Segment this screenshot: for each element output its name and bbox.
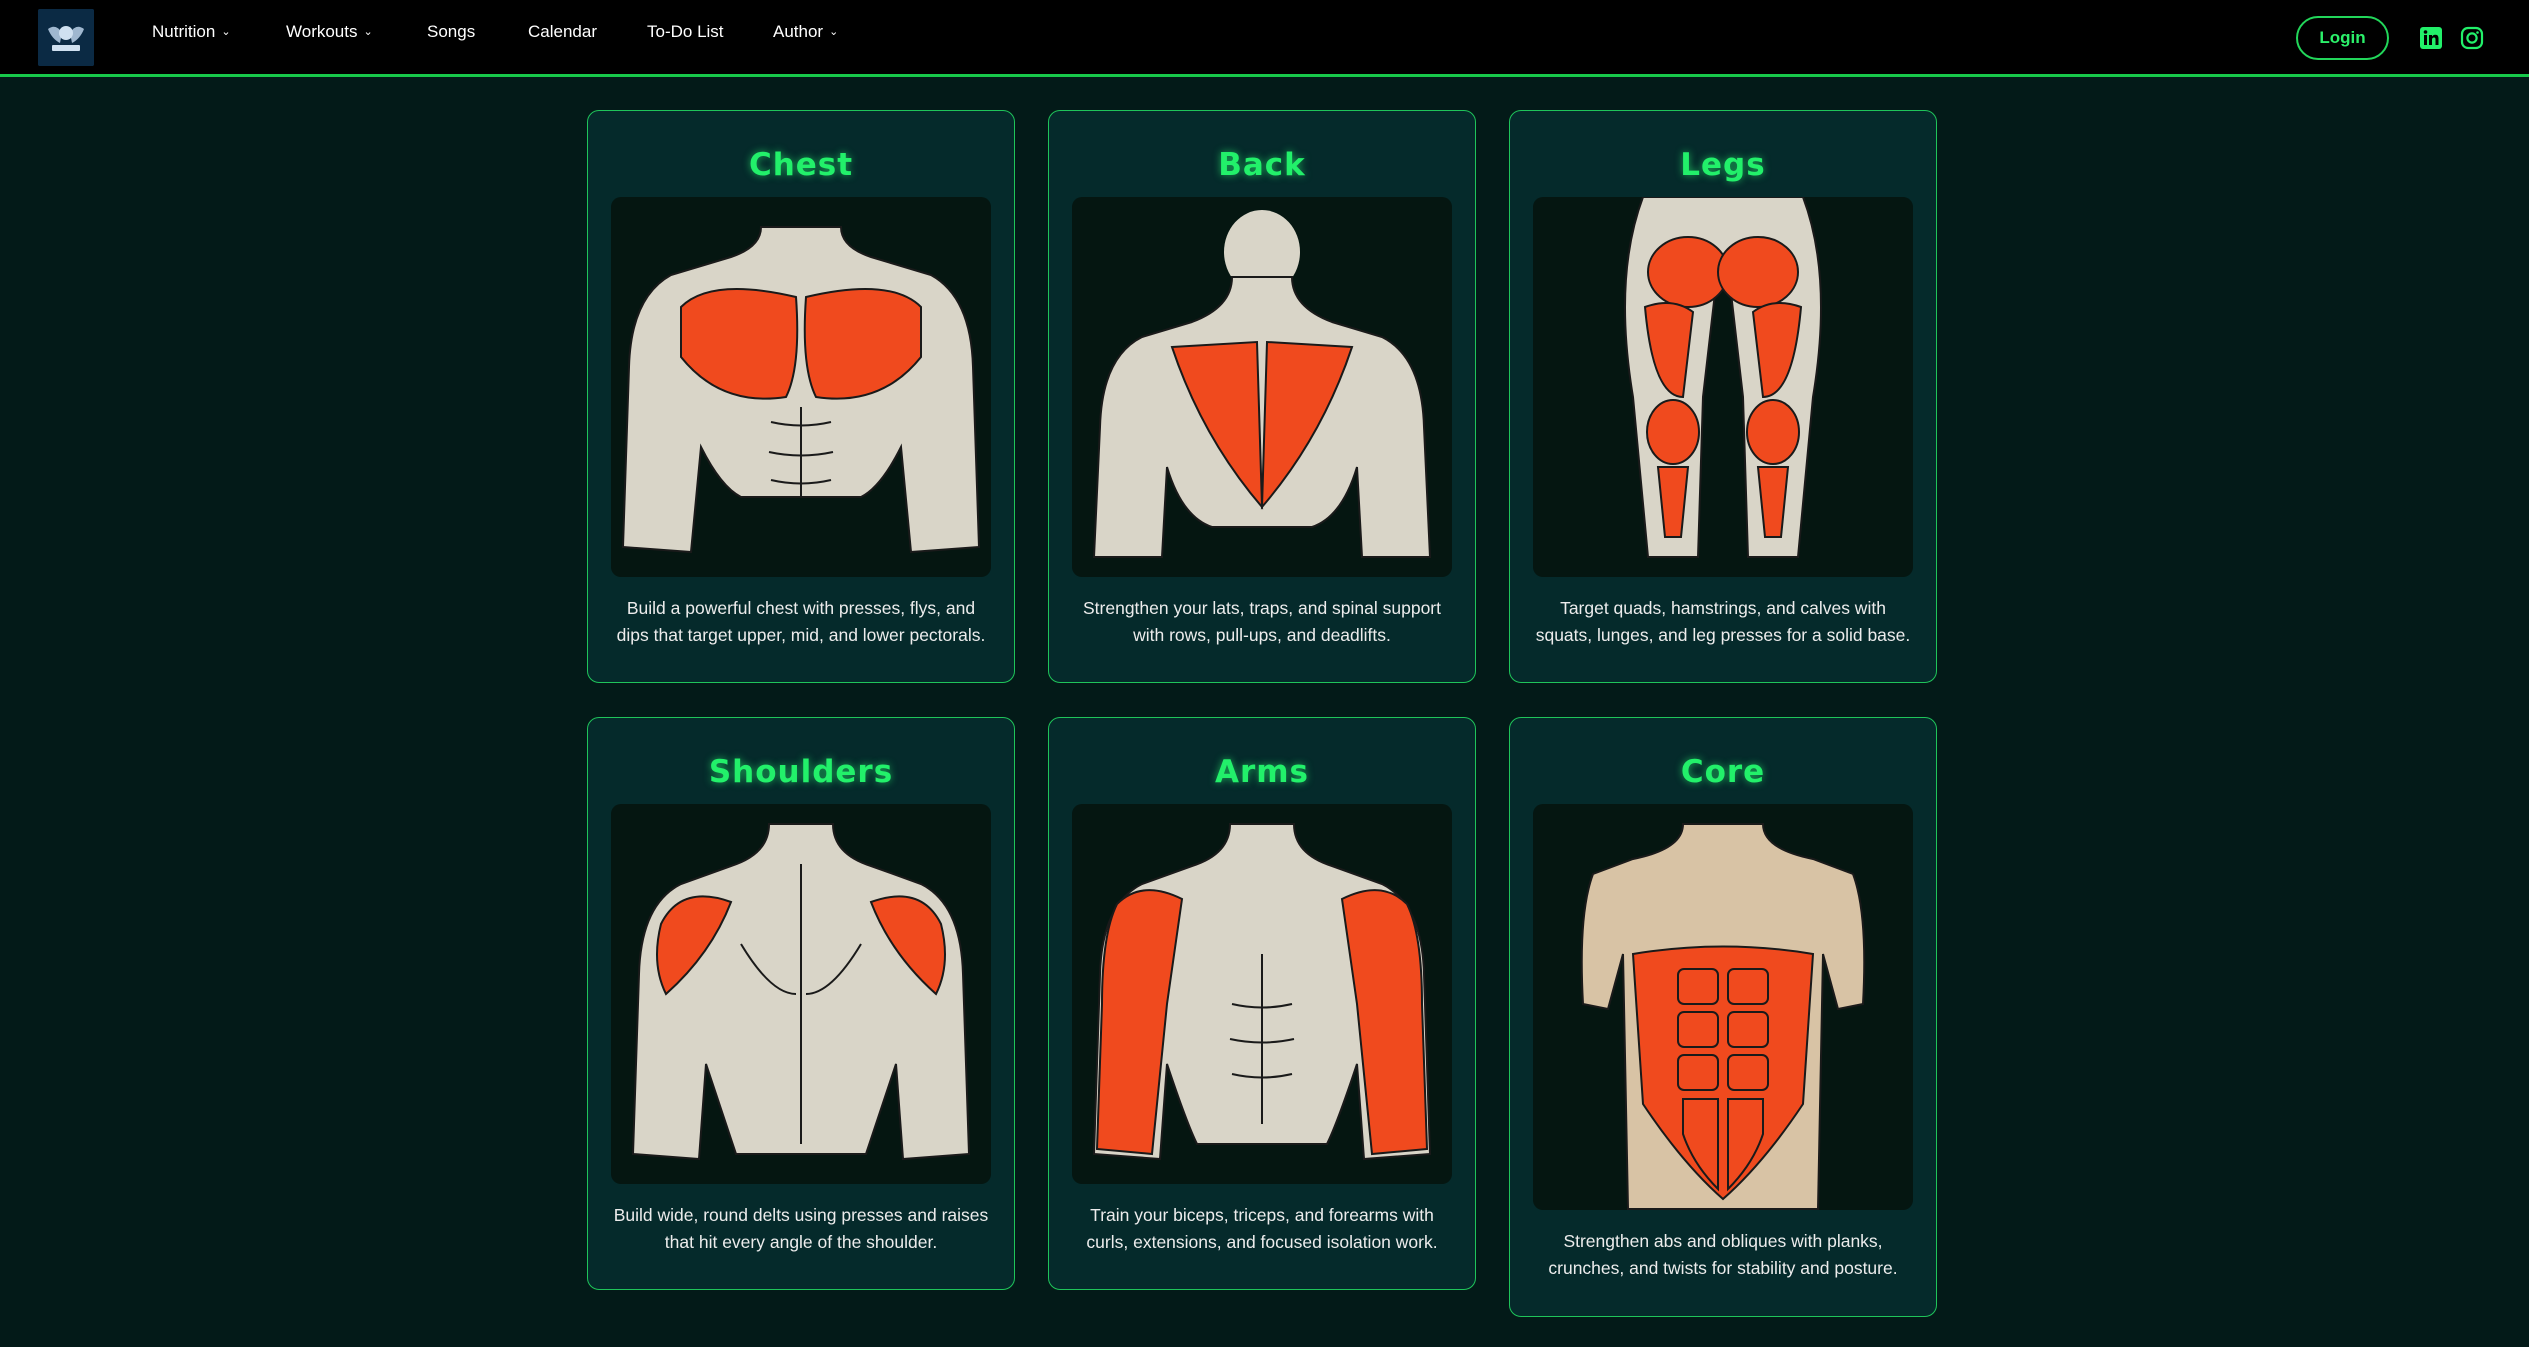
nav-calendar-label: Calendar [528, 22, 597, 41]
core-illustration [1533, 804, 1913, 1210]
nav-workouts-label: Workouts [286, 22, 358, 41]
nav-workouts[interactable]: Workouts ⌄ [286, 22, 373, 42]
linkedin-icon[interactable] [2419, 26, 2443, 50]
chest-illustration [611, 197, 991, 577]
nav-songs-label: Songs [427, 22, 476, 41]
chevron-down-icon: ⌄ [363, 26, 373, 38]
legs-illustration [1533, 197, 1913, 577]
arms-illustration [1072, 804, 1452, 1184]
card-title: Shoulders [708, 754, 894, 790]
card-title: Back [1218, 147, 1306, 183]
card-description: Train your biceps, triceps, and forearms… [1086, 1205, 1438, 1252]
card-description: Strengthen your lats, traps, and spinal … [1083, 598, 1441, 645]
card-title: Chest [748, 147, 854, 183]
card-title: Legs [1680, 147, 1766, 183]
workout-card-legs[interactable]: Legs Target quads, hamstrings, and calve… [1509, 110, 1937, 683]
site-logo[interactable] [38, 9, 94, 66]
chevron-down-icon: ⌄ [221, 26, 231, 38]
card-description: Strengthen abs and obliques with planks,… [1548, 1231, 1898, 1278]
card-description: Build a powerful chest with presses, fly… [616, 598, 986, 645]
workout-card-chest[interactable]: Chest Build a powerful chest with presse… [587, 110, 1015, 683]
login-button[interactable]: Login [2296, 16, 2389, 60]
card-description: Build wide, round delts using presses an… [613, 1205, 989, 1252]
nav-author-label: Author [773, 22, 824, 41]
workout-card-shoulders[interactable]: Shoulders Build wide, round delts using … [587, 717, 1015, 1290]
workout-card-arms[interactable]: Arms Train your biceps, triceps, and for… [1048, 717, 1476, 1290]
shoulders-illustration [611, 804, 991, 1184]
nav-todo-list[interactable]: To-Do List [647, 22, 724, 42]
card-title: Core [1680, 754, 1766, 790]
back-illustration [1072, 197, 1452, 577]
workout-card-back[interactable]: Back Strengthen your lats, traps, and sp… [1048, 110, 1476, 683]
card-description: Target quads, hamstrings, and calves wit… [1535, 598, 1911, 645]
nav-calendar[interactable]: Calendar [528, 22, 597, 42]
nav-nutrition[interactable]: Nutrition ⌄ [152, 22, 231, 42]
nav-author[interactable]: Author ⌄ [773, 22, 838, 42]
nav-songs[interactable]: Songs [427, 22, 475, 42]
chevron-down-icon: ⌄ [829, 26, 839, 38]
workout-card-core[interactable]: Core Strengthen abs and obliques with pl… [1509, 717, 1937, 1317]
navbar: Nutrition ⌄ Workouts ⌄ Songs Calendar To-D… [0, 0, 2529, 77]
card-title: Arms [1214, 754, 1310, 790]
nav-nutrition-label: Nutrition [152, 22, 216, 41]
nav-todo-label: To-Do List [647, 22, 724, 41]
instagram-icon[interactable] [2460, 26, 2484, 50]
login-label: Login [2319, 28, 2366, 47]
